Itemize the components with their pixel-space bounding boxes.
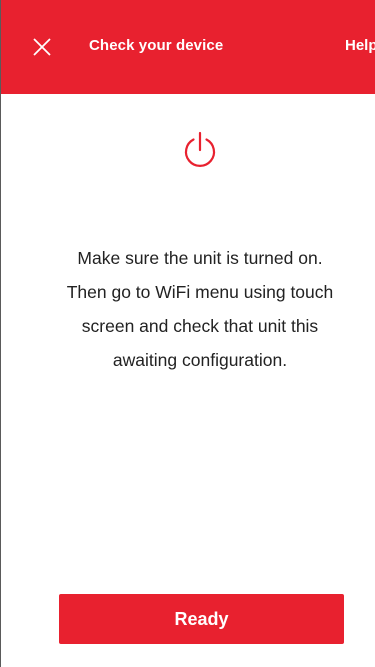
help-link[interactable]: Help	[345, 37, 375, 54]
page-title: Check your device	[89, 37, 224, 54]
ready-button-label: Ready	[174, 608, 229, 629]
instruction-line: Then go to WiFi menu using touch	[66, 282, 334, 302]
check-device-screen: Check your device Help Make sure the uni…	[0, 0, 375, 667]
instruction-text: Make sure the unit is turned on. Then go…	[41, 241, 359, 377]
close-icon	[33, 38, 51, 56]
app-header: Check your device Help	[1, 0, 375, 94]
ready-button[interactable]: Ready	[59, 594, 344, 644]
instruction-line: Make sure the unit is turned on.	[77, 248, 323, 268]
power-icon	[184, 131, 216, 167]
instruction-line: awaiting configuration.	[112, 350, 288, 370]
instruction-line: screen and check that unit this	[81, 316, 319, 336]
close-button[interactable]	[31, 36, 53, 58]
